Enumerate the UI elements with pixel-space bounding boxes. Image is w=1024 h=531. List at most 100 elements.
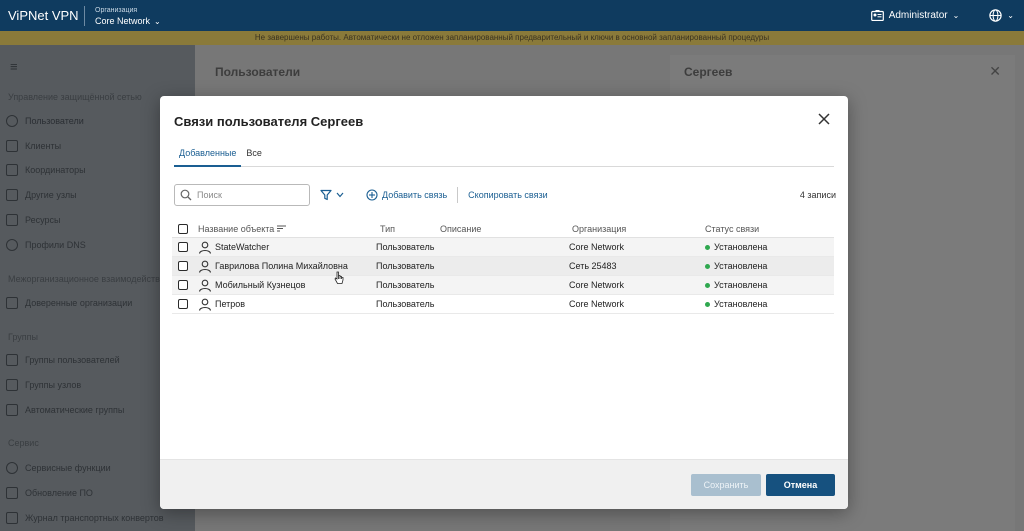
table-row[interactable]: Гаврилова Полина Михайловна Пользователь… <box>172 257 834 276</box>
org-selector[interactable]: Организация Core Network ⌄ <box>95 5 161 27</box>
add-link-button[interactable]: Добавить связь <box>366 189 447 201</box>
id-card-icon <box>870 10 884 21</box>
sidebar-item-label: Ресурсы <box>25 215 61 225</box>
log-icon <box>6 512 18 524</box>
column-header-type[interactable]: Тип <box>380 224 395 234</box>
sidebar-section-groups: Группы <box>8 332 38 342</box>
row-name: Мобильный Кузнецов <box>215 280 306 290</box>
close-icon[interactable] <box>816 111 832 127</box>
nodes-icon <box>6 379 18 391</box>
warning-icon <box>6 297 18 309</box>
top-right-controls: Administrator ⌄ ⌄ <box>870 0 1014 31</box>
sidebar-item-clients[interactable]: Клиенты <box>6 140 61 152</box>
sidebar-item-node-groups[interactable]: Группы узлов <box>6 379 81 391</box>
row-organization: Core Network <box>569 280 625 290</box>
close-icon[interactable]: ✕ <box>989 63 1001 80</box>
row-checkbox[interactable] <box>178 280 188 290</box>
search-box[interactable] <box>174 184 310 206</box>
sidebar-section-service: Сервис <box>8 438 39 448</box>
sidebar-item-label: Группы узлов <box>25 380 82 390</box>
globe-icon <box>6 239 18 251</box>
user-icon <box>6 115 18 127</box>
chevron-down-icon: ⌄ <box>952 11 960 20</box>
server-icon <box>6 189 18 201</box>
status-dot-icon <box>705 244 710 250</box>
sidebar-item-label: Другие узлы <box>25 190 77 200</box>
top-bar: ViPNet VPN Организация Core Network ⌄ Ad… <box>0 0 1024 31</box>
column-header-status[interactable]: Статус связи <box>705 224 759 234</box>
detail-title: Сергеев <box>684 65 733 79</box>
user-menu[interactable]: Administrator ⌄ <box>870 10 960 21</box>
row-status: Установлена <box>705 261 767 271</box>
save-button[interactable]: Сохранить <box>691 474 761 496</box>
chevron-down-icon: ⌄ <box>154 16 161 26</box>
row-checkbox[interactable] <box>178 299 188 309</box>
sidebar-item-user-groups[interactable]: Группы пользователей <box>6 354 120 366</box>
table-row[interactable]: Петров Пользователь Core Network Установ… <box>172 295 834 314</box>
row-organization: Core Network <box>569 242 625 252</box>
row-checkbox[interactable] <box>178 261 188 271</box>
cancel-button[interactable]: Отмена <box>766 474 835 496</box>
sidebar-section-interorg: Межорганизационное взаимодействие <box>8 274 170 284</box>
column-header-description[interactable]: Описание <box>440 224 481 234</box>
row-type: Пользователь <box>376 299 435 309</box>
sidebar-item-coordinators[interactable]: Координаторы <box>6 164 86 176</box>
sidebar-item-users[interactable]: Пользователи <box>6 115 84 127</box>
tab-added[interactable]: Добавленные <box>174 144 242 167</box>
sidebar-item-label: Доверенные организации <box>25 298 133 308</box>
sidebar-item-label: Координаторы <box>25 165 86 175</box>
user-name: Administrator <box>888 10 948 21</box>
status-dot-icon <box>705 282 710 288</box>
user-icon <box>198 279 212 292</box>
column-header-name[interactable]: Название объекта <box>198 224 287 234</box>
row-name-cell: Мобильный Кузнецов <box>198 279 305 292</box>
mouse-pointer-icon <box>334 271 344 284</box>
row-name: StateWatcher <box>215 242 270 252</box>
sidebar-item-updates[interactable]: Обновление ПО <box>6 487 93 499</box>
page-title: Пользователи <box>215 65 301 79</box>
globe-icon <box>989 9 1002 22</box>
sidebar-item-label: Группы пользователей <box>25 355 120 365</box>
warning-banner: Не завершены работы. Автоматически не от… <box>0 31 1024 45</box>
copy-links-button[interactable]: Скопировать связи <box>468 190 547 200</box>
record-count: 4 записи <box>799 190 836 200</box>
search-icon <box>180 189 192 201</box>
sidebar-item-auto-groups[interactable]: Автоматические группы <box>6 404 124 416</box>
network-icon <box>6 164 18 176</box>
app-title: ViPNet VPN <box>8 8 79 23</box>
sidebar-item-label: Журнал транспортных конвертов <box>25 513 164 523</box>
users-icon <box>6 354 18 366</box>
sidebar-item-label: Пользователи <box>25 116 84 126</box>
sidebar-item-dns[interactable]: Профили DNS <box>6 239 86 251</box>
row-name: Петров <box>215 299 246 309</box>
row-name-cell: StateWatcher <box>198 241 269 254</box>
filter-button[interactable] <box>320 189 344 201</box>
sidebar-item-service-functions[interactable]: Сервисные функции <box>6 462 111 474</box>
row-type: Пользователь <box>376 280 435 290</box>
tab-all[interactable]: Все <box>241 144 267 167</box>
search-input[interactable] <box>197 190 297 200</box>
sidebar-item-resources[interactable]: Ресурсы <box>6 214 61 226</box>
user-icon <box>198 241 212 254</box>
status-dot-icon <box>705 301 710 307</box>
add-circle-icon <box>366 189 378 201</box>
table-row[interactable]: Мобильный Кузнецов Пользователь Core Net… <box>172 276 834 295</box>
sidebar-item-other-nodes[interactable]: Другие узлы <box>6 189 77 201</box>
row-status-label: Установлена <box>714 299 768 309</box>
org-caption: Организация <box>95 6 138 14</box>
tab-bar: Добавленные Все <box>174 144 834 167</box>
table-row[interactable]: StateWatcher Пользователь Core Network У… <box>172 238 834 257</box>
select-all-checkbox[interactable] <box>178 223 188 234</box>
update-icon <box>6 487 18 499</box>
row-organization: Сеть 25483 <box>569 261 617 271</box>
user-icon <box>198 260 212 273</box>
row-organization: Core Network <box>569 299 625 309</box>
sidebar-item-trusted-orgs[interactable]: Доверенные организации <box>6 297 132 309</box>
user-icon <box>198 298 212 311</box>
column-header-organization[interactable]: Организация <box>572 224 626 234</box>
sidebar-item-envelope-log[interactable]: Журнал транспортных конвертов <box>6 512 164 524</box>
dialog-footer: Сохранить Отмена <box>160 459 848 509</box>
language-menu[interactable]: ⌄ <box>989 9 1014 22</box>
row-checkbox[interactable] <box>178 242 188 252</box>
menu-icon[interactable]: ≡ <box>10 59 18 74</box>
